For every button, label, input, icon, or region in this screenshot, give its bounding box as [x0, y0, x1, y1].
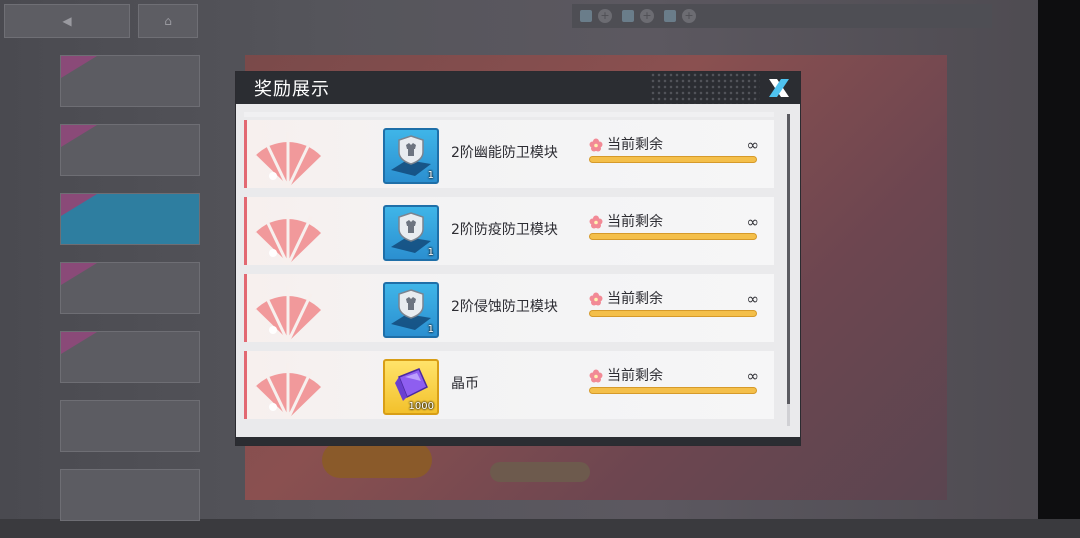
remaining-value: ∞ — [746, 136, 760, 154]
back-button[interactable]: ◀ — [4, 4, 130, 38]
remaining-label: 当前剩余 — [607, 291, 663, 307]
flower-icon — [589, 291, 603, 310]
header-pattern — [650, 72, 760, 104]
close-icon — [769, 79, 789, 97]
top-nav: ◀ ⌂ — [4, 4, 198, 38]
remaining-stock: 当前剩余 ∞ — [589, 288, 759, 328]
fan-decoration-icon — [253, 126, 323, 188]
reward-row: 1 2阶防疫防卫模块 当前剩余 ∞ — [244, 197, 774, 265]
new-tag — [61, 125, 97, 147]
resource-2-icon — [622, 10, 634, 22]
sidebar-item-2[interactable] — [60, 124, 200, 176]
reward-item-icon[interactable]: 1000 — [383, 359, 439, 415]
flower-icon — [589, 214, 603, 233]
back-arrow-icon: ◀ — [62, 14, 72, 28]
modal-footer-bar — [236, 437, 800, 445]
home-icon: ⌂ — [164, 14, 172, 28]
resource-2-add-button[interactable]: + — [640, 9, 654, 23]
sidebar-item-4[interactable] — [60, 262, 200, 314]
remaining-value: ∞ — [746, 213, 760, 231]
resource-3-add-button[interactable]: + — [682, 9, 696, 23]
fan-decoration-icon — [253, 357, 323, 419]
sidebar-item-5[interactable] — [60, 331, 200, 383]
sidebar-item-6[interactable] — [60, 400, 200, 452]
fan-decoration-icon — [253, 280, 323, 342]
remaining-value: ∞ — [746, 290, 760, 308]
reward-row: 1 2阶幽能防卫模块 当前剩余 ∞ — [244, 120, 774, 188]
remaining-stock: 当前剩余 ∞ — [589, 365, 759, 405]
item-name: 晶币 — [451, 376, 479, 392]
sidebar-item-3[interactable] — [60, 193, 200, 245]
item-name: 2阶防疫防卫模块 — [451, 222, 558, 238]
fan-decoration-icon — [253, 203, 323, 265]
resource-bar: + + + — [572, 4, 992, 28]
resource-3: + — [664, 9, 696, 23]
sidebar-item-1[interactable] — [60, 55, 200, 107]
reward-row: 1 2阶侵蚀防卫模块 当前剩余 ∞ — [244, 274, 774, 342]
remaining-progress-bar — [589, 233, 757, 240]
item-name: 2阶侵蚀防卫模块 — [451, 299, 558, 315]
item-count: 1 — [427, 170, 434, 181]
screen-edge — [1038, 0, 1080, 519]
banner-small-pill — [490, 462, 590, 482]
event-sidebar — [60, 55, 200, 538]
remaining-stock: 当前剩余 ∞ — [589, 211, 759, 251]
new-tag — [61, 194, 97, 216]
new-tag — [61, 56, 97, 78]
modal-header: 奖励展示 — [236, 72, 800, 104]
item-count: 1000 — [408, 401, 434, 412]
remaining-label: 当前剩余 — [607, 368, 663, 384]
remaining-stock: 当前剩余 ∞ — [589, 134, 759, 174]
remaining-label: 当前剩余 — [607, 137, 663, 153]
reward-list[interactable]: 1 2阶幽能防卫模块 当前剩余 ∞ 1 2阶防疫防卫模块 当前剩余 ∞ 1 2阶侵蚀防卫模块 当前剩… — [244, 112, 774, 430]
resource-1-add-button[interactable]: + — [598, 9, 612, 23]
list-item-peek — [244, 112, 774, 117]
remaining-value: ∞ — [746, 367, 760, 385]
remaining-progress-bar — [589, 156, 757, 163]
resource-1: + — [580, 9, 612, 23]
resource-1-icon — [580, 10, 592, 22]
flower-icon — [589, 368, 603, 387]
item-count: 1 — [427, 247, 434, 258]
reward-item-icon[interactable]: 1 — [383, 128, 439, 184]
item-count: 1 — [427, 324, 434, 335]
resource-2: + — [622, 9, 654, 23]
sidebar-item-7[interactable] — [60, 469, 200, 521]
banner-button — [322, 442, 432, 478]
new-tag — [61, 263, 97, 285]
resource-3-icon — [664, 10, 676, 22]
remaining-label: 当前剩余 — [607, 214, 663, 230]
flower-icon — [589, 137, 603, 156]
reward-row: 1000 晶币 当前剩余 ∞ — [244, 351, 774, 419]
remaining-progress-bar — [589, 387, 757, 394]
modal-title: 奖励展示 — [254, 79, 330, 100]
reward-item-icon[interactable]: 1 — [383, 282, 439, 338]
reward-modal: 奖励展示 1 2阶幽能防卫模块 当前剩余 ∞ 1 2阶防疫防卫模块 当前剩余 ∞ 1 2阶侵蚀防卫… — [236, 72, 800, 445]
item-name: 2阶幽能防卫模块 — [451, 145, 558, 161]
new-tag — [61, 332, 97, 354]
reward-item-icon[interactable]: 1 — [383, 205, 439, 261]
close-button[interactable] — [766, 75, 792, 101]
remaining-progress-bar — [589, 310, 757, 317]
home-button[interactable]: ⌂ — [138, 4, 198, 38]
scrollbar-thumb[interactable] — [787, 114, 790, 404]
